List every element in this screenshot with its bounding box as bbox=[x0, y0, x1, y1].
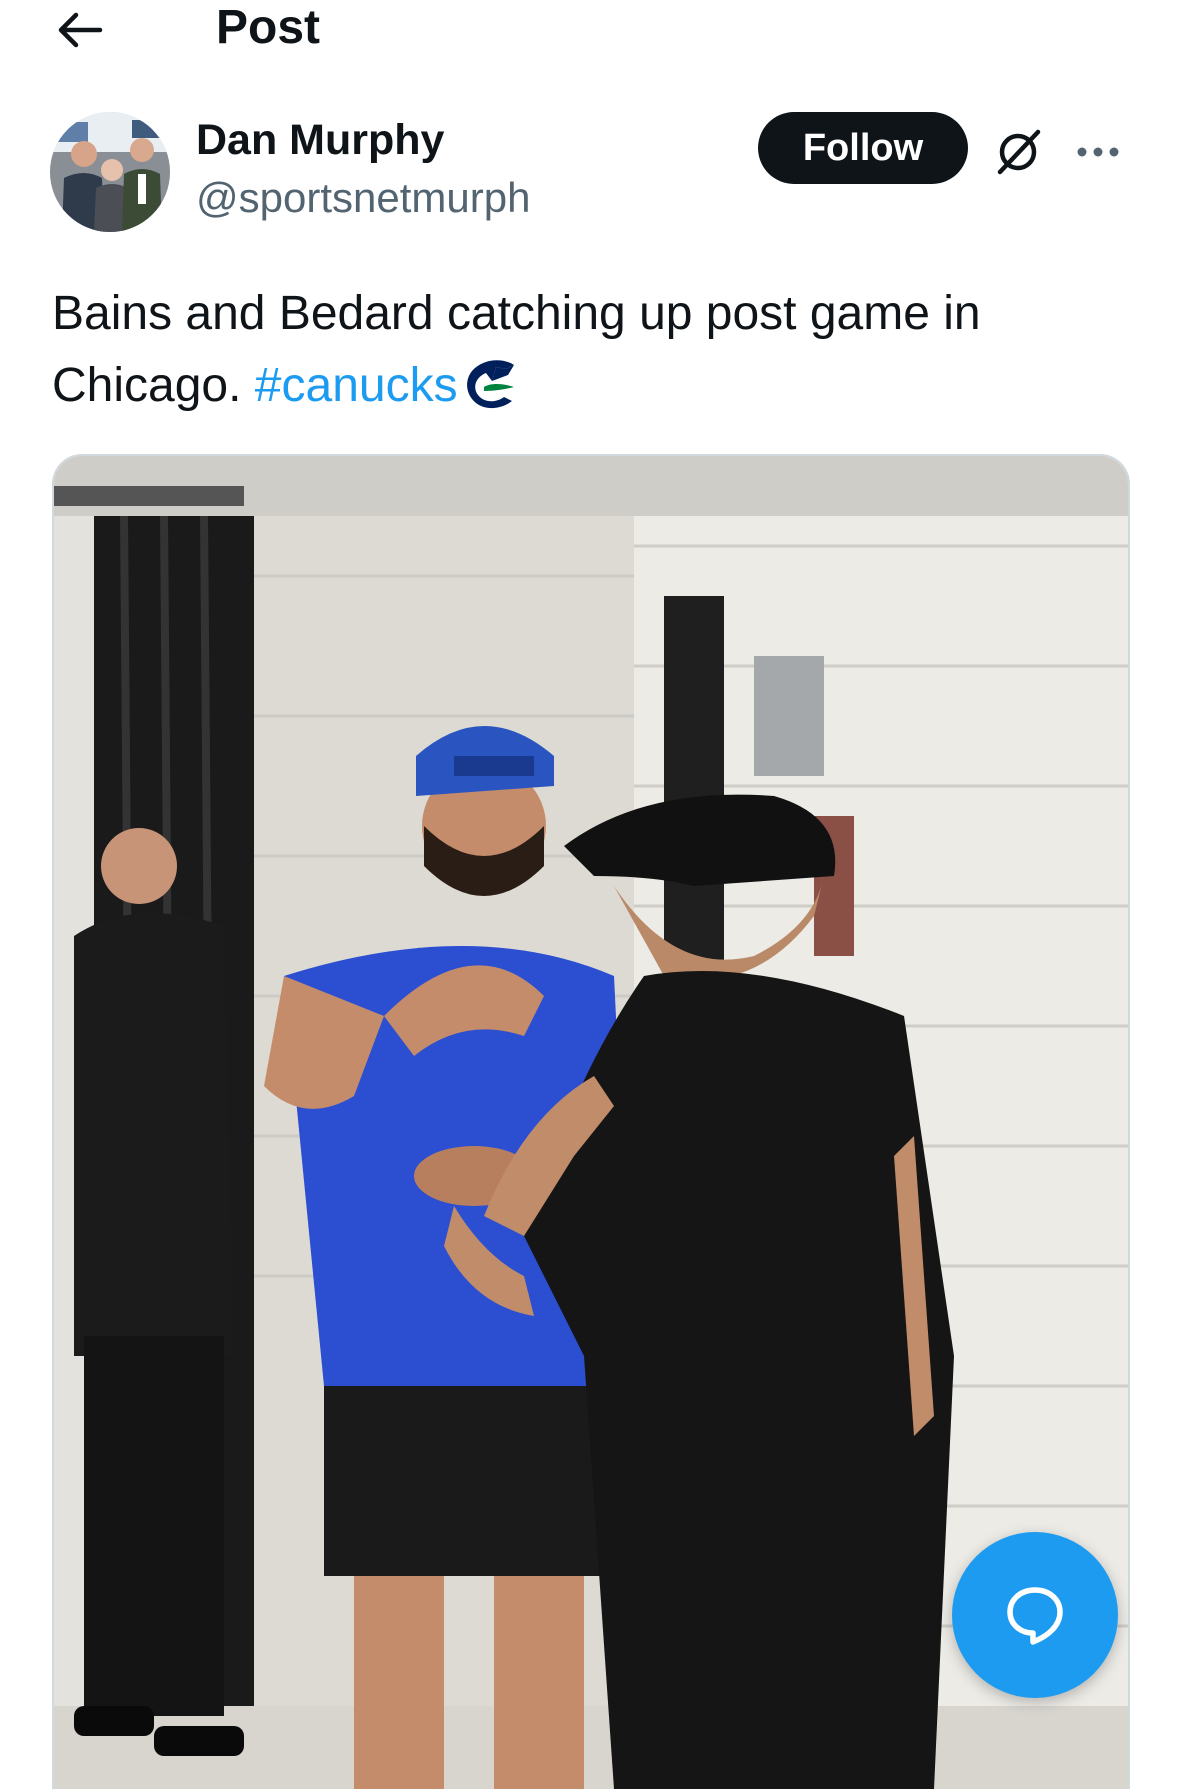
tweet-text: Bains and Bedard catching up post game i… bbox=[52, 278, 1132, 432]
author-handle[interactable]: @sportsnetmurph bbox=[196, 170, 530, 226]
compose-reply-button[interactable] bbox=[952, 1532, 1118, 1698]
hashtag-link[interactable]: #canucks bbox=[255, 359, 458, 412]
grok-icon bbox=[997, 129, 1041, 175]
author-name[interactable]: Dan Murphy bbox=[196, 112, 444, 168]
arrow-left-icon bbox=[58, 12, 103, 48]
more-options-button[interactable] bbox=[1068, 122, 1128, 182]
grok-button[interactable] bbox=[988, 122, 1048, 182]
more-horizontal-icon bbox=[1077, 147, 1119, 157]
compose-reply-icon bbox=[1007, 1587, 1063, 1645]
author-row: Dan Murphy @sportsnetmurph Follow bbox=[50, 110, 1130, 235]
avatar-photo bbox=[50, 112, 170, 232]
back-button[interactable] bbox=[52, 2, 108, 58]
avatar[interactable] bbox=[50, 112, 170, 232]
canucks-orca-icon bbox=[462, 355, 522, 432]
top-nav-bar: Post bbox=[0, 0, 1179, 60]
page-title: Post bbox=[216, 1, 321, 54]
follow-button[interactable]: Follow bbox=[758, 112, 968, 184]
